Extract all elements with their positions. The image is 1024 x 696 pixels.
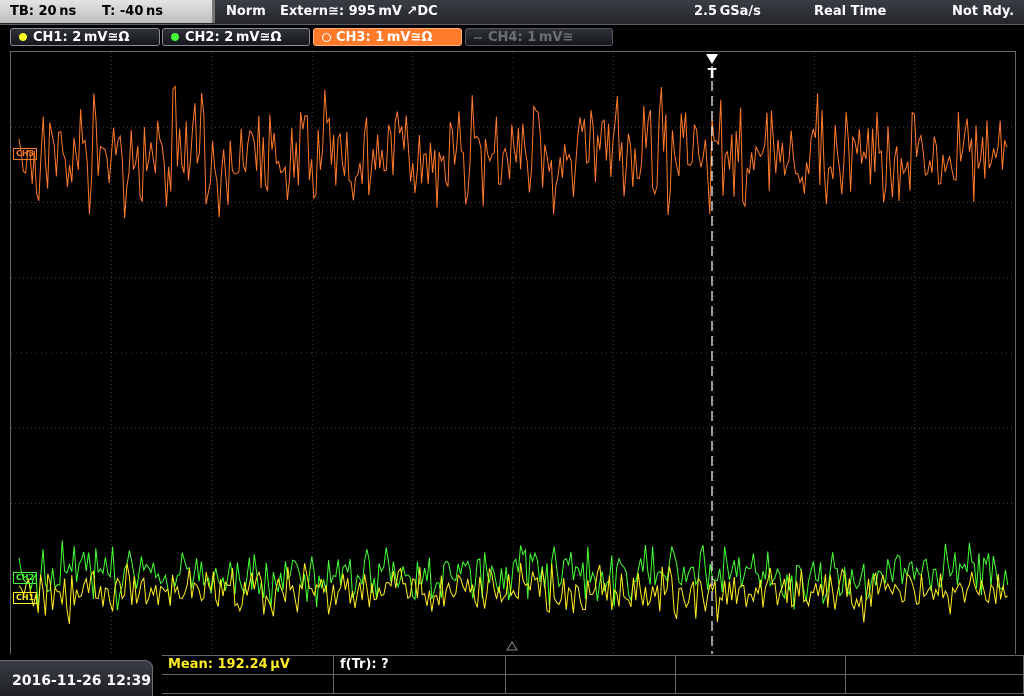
channel-label: CH2: 2 mV≅Ω <box>185 30 282 45</box>
measurement-frequency[interactable]: f(Tr): ? <box>334 656 506 675</box>
measurement-slot[interactable] <box>846 675 1024 694</box>
trigger-position: T: -40 ns <box>102 4 163 19</box>
channel-label: CH3: 1 mV≅Ω <box>336 30 433 45</box>
measurement-slot[interactable] <box>676 675 846 694</box>
acquisition-status: Not Rdy. <box>952 4 1015 19</box>
acquisition-mode[interactable]: Real Time <box>814 4 886 19</box>
trigger-source[interactable]: Extern≅: 995 mV ↗DC <box>280 4 438 19</box>
ch2-indicator-icon <box>171 33 179 41</box>
channel-tab-ch2[interactable]: CH2: 2 mV≅Ω <box>162 28 310 46</box>
waveform-canvas: T <box>11 52 1015 654</box>
waveform-display[interactable]: T CH3 CH2 CH1 <box>10 51 1016 655</box>
timebase-value: TB: 20 ns <box>10 4 77 19</box>
timebase-box[interactable]: TB: 20 ns T: -40 ns <box>0 0 215 23</box>
trigger-marker-icon <box>706 54 718 64</box>
channel-label: CH4: 1 mV≅ <box>488 30 574 45</box>
measurement-slot[interactable] <box>676 656 846 675</box>
measurement-mean[interactable]: Mean: 192.24 µV <box>162 656 334 675</box>
time-reference-icon <box>506 641 518 651</box>
measurement-panel: Mean: 192.24 µV f(Tr): ? <box>162 655 1024 696</box>
channel-tab-ch4[interactable]: CH4: 1 mV≅ <box>465 28 613 46</box>
sample-rate[interactable]: 2.5 GSa/s <box>694 4 761 19</box>
ch4-indicator-icon <box>474 37 482 39</box>
channel-tab-ch3[interactable]: CH3: 1 mV≅Ω <box>313 28 462 46</box>
measurement-slot[interactable] <box>846 656 1024 675</box>
channel-tabs: CH1: 2 mV≅Ω CH2: 2 mV≅Ω CH3: 1 mV≅Ω CH4:… <box>0 25 1024 49</box>
ch1-indicator-icon <box>19 33 27 41</box>
ch1-offset-marker[interactable]: CH1 <box>13 592 38 604</box>
top-status-bar: TB: 20 ns T: -40 ns Norm Extern≅: 995 mV… <box>0 0 1024 25</box>
measurement-slot[interactable] <box>506 656 676 675</box>
datetime-box: 2016-11-26 12:39 <box>0 660 153 696</box>
trigger-label: T <box>708 67 717 82</box>
measurement-slot[interactable] <box>334 675 506 694</box>
datetime: 2016-11-26 12:39 <box>12 673 151 689</box>
trigger-mode[interactable]: Norm <box>226 4 266 19</box>
measurement-slot[interactable] <box>506 675 676 694</box>
channel-tab-ch1[interactable]: CH1: 2 mV≅Ω <box>10 28 160 46</box>
channel-label: CH1: 2 mV≅Ω <box>33 30 130 45</box>
ch3-offset-marker[interactable]: CH3 <box>13 148 38 160</box>
ch2-waveform <box>18 540 1009 611</box>
ch3-indicator-icon <box>322 33 331 42</box>
ch2-offset-marker[interactable]: CH2 <box>13 572 38 584</box>
measurement-slot[interactable] <box>162 675 334 694</box>
